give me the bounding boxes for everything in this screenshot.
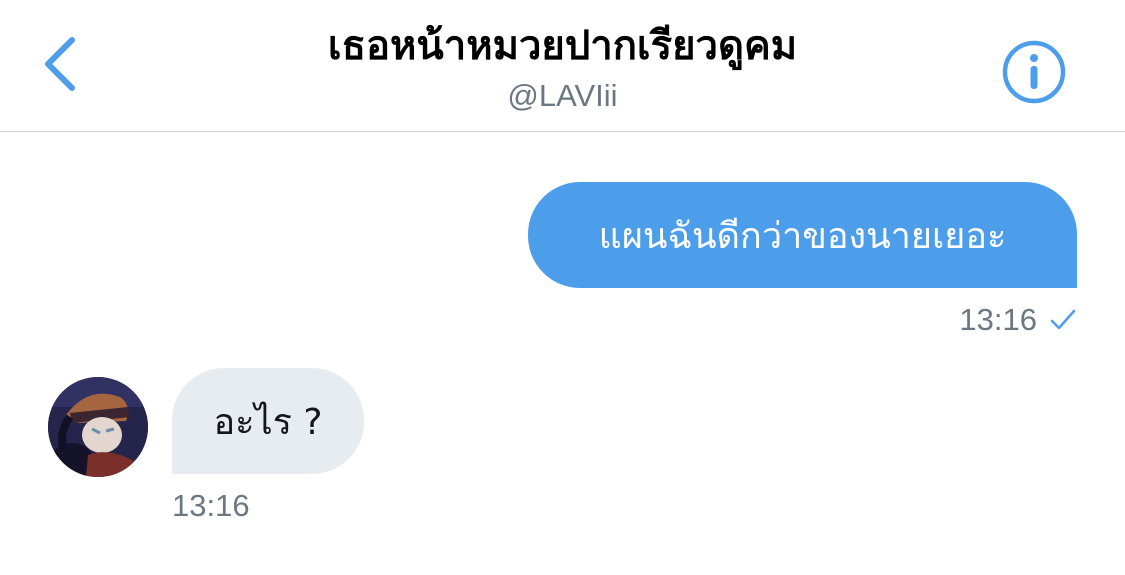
back-button[interactable] bbox=[30, 30, 90, 102]
conversation-header: เธอหน้าหมวยปากเรียวดูคม @LAVIii bbox=[0, 0, 1125, 132]
conversation-title-block[interactable]: เธอหน้าหมวยปากเรียวดูคม @LAVIii bbox=[180, 18, 945, 116]
incoming-message-time: 13:16 bbox=[172, 488, 250, 523]
incoming-message-text: อะไร ? bbox=[213, 401, 323, 443]
info-button[interactable] bbox=[998, 38, 1070, 110]
outgoing-message-meta: 13:16 bbox=[959, 302, 1077, 338]
outgoing-message-bubble[interactable]: แผนฉันดีกว่าของนายเยอะ bbox=[528, 182, 1077, 288]
user-handle: @LAVIii bbox=[507, 78, 618, 113]
avatar[interactable] bbox=[48, 377, 148, 477]
chevron-left-icon bbox=[40, 34, 80, 98]
check-icon bbox=[1049, 306, 1077, 334]
outgoing-message-text: แผนฉันดีกว่าของนายเยอะ bbox=[598, 215, 1007, 257]
conversation-title: เธอหน้าหมวยปากเรียวดูคม bbox=[327, 23, 798, 69]
outgoing-message-time: 13:16 bbox=[959, 302, 1037, 337]
incoming-message-bubble[interactable]: อะไร ? bbox=[172, 368, 364, 474]
avatar-image bbox=[48, 377, 148, 477]
info-circle-icon bbox=[1001, 39, 1067, 109]
